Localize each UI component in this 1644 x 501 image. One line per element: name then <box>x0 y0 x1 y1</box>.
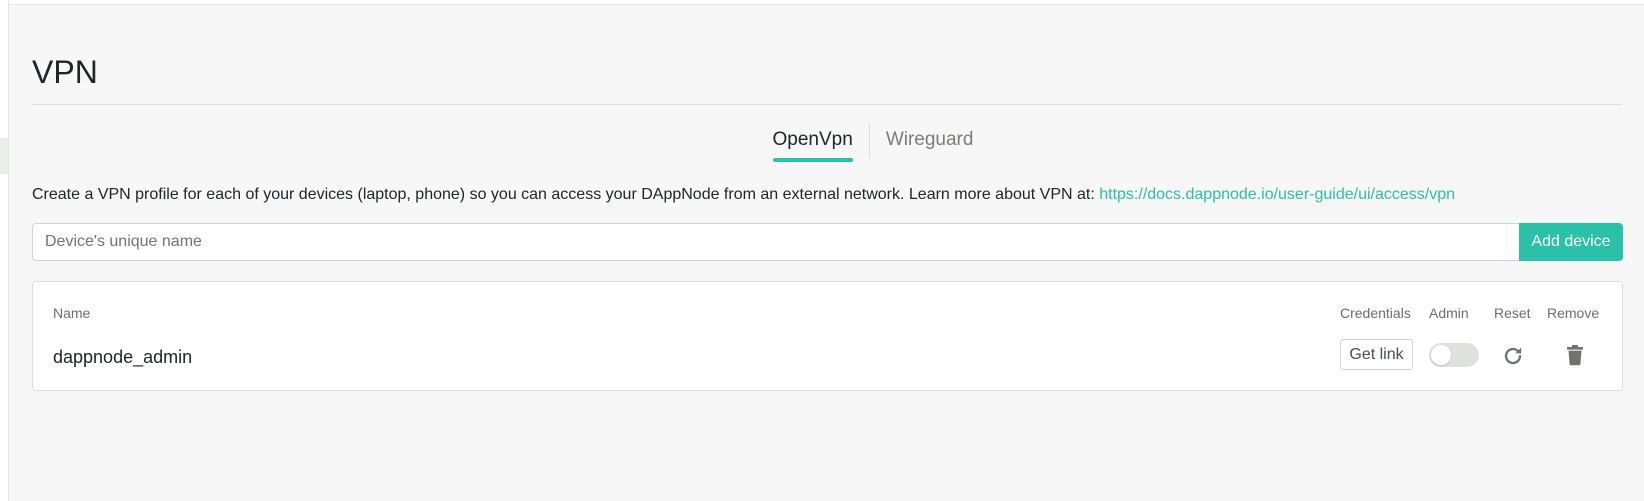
column-header-reset: Reset <box>1494 305 1531 321</box>
trash-icon[interactable] <box>1563 343 1587 367</box>
tab-wireguard[interactable]: Wireguard <box>886 124 974 160</box>
device-name: dappnode_admin <box>53 347 193 367</box>
admin-toggle[interactable] <box>1429 343 1479 367</box>
sidebar-edge-notch <box>0 138 8 174</box>
column-header-admin: Admin <box>1429 305 1469 321</box>
top-bar <box>9 0 1644 5</box>
title-divider <box>32 104 1622 105</box>
description-text: Create a VPN profile for each of your de… <box>32 186 1100 203</box>
vpn-description: Create a VPN profile for each of your de… <box>32 184 1455 206</box>
refresh-icon[interactable] <box>1501 344 1525 368</box>
tab-openvpn[interactable]: OpenVpn <box>772 124 854 162</box>
device-name-input[interactable] <box>32 223 1519 261</box>
get-link-button[interactable]: Get link <box>1340 339 1413 370</box>
page-title: VPN <box>32 54 98 90</box>
docs-link[interactable]: https://docs.dappnode.io/user-guide/ui/a… <box>1099 186 1455 203</box>
tab-divider <box>868 124 870 158</box>
vpn-tabs: OpenVpn Wireguard <box>32 124 1622 162</box>
add-device-form: Add device <box>32 223 1623 261</box>
sidebar-edge <box>0 0 9 501</box>
toggle-knob <box>1431 345 1451 365</box>
column-header-remove: Remove <box>1547 305 1600 321</box>
column-header-name: Name <box>53 305 91 321</box>
add-device-button[interactable]: Add device <box>1519 223 1623 261</box>
devices-table: Name Credentials Admin Reset Remove dapp… <box>32 281 1623 391</box>
column-header-credentials: Credentials <box>1340 305 1411 321</box>
